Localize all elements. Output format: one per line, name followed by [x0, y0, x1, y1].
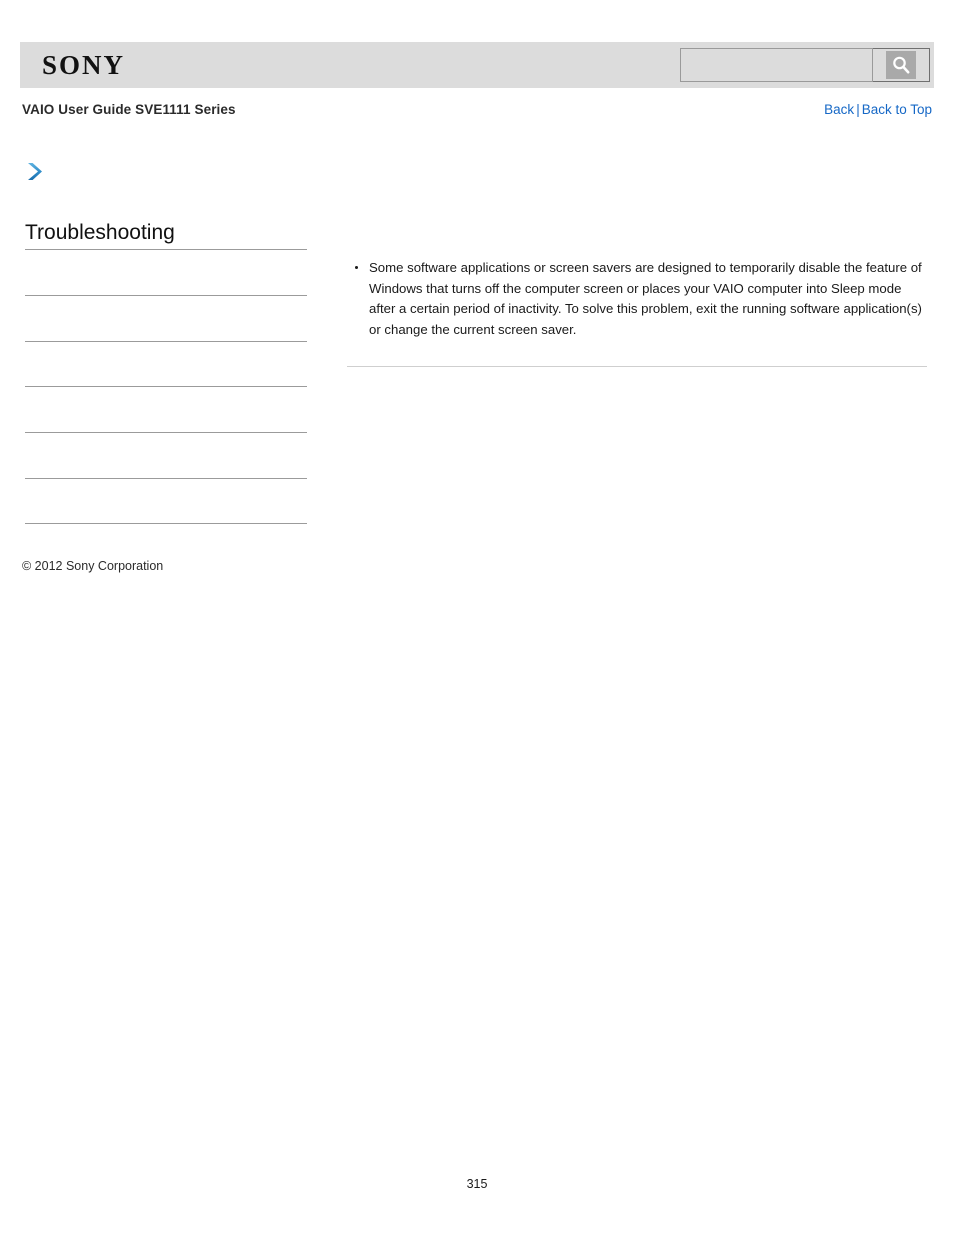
search-input[interactable] [680, 48, 873, 82]
sidebar-item-4[interactable] [25, 387, 307, 433]
copyright-text: © 2012 Sony Corporation [22, 559, 164, 573]
header-band: SONY [20, 42, 934, 88]
content-divider [347, 366, 927, 367]
guide-title: VAIO User Guide SVE1111 Series [22, 102, 236, 117]
search-box [680, 48, 930, 82]
link-separator: | [856, 102, 860, 117]
sidebar-item-6[interactable] [25, 479, 307, 524]
page-number: 315 [466, 1177, 488, 1191]
sidebar-item-3[interactable] [25, 342, 307, 387]
bullet-list: Some software applications or screen sav… [347, 258, 927, 340]
list-item: Some software applications or screen sav… [347, 258, 927, 340]
main-content: Some software applications or screen sav… [347, 258, 927, 367]
search-icon [886, 51, 916, 79]
header-nav-links: Back | Back to Top [824, 102, 932, 117]
sidebar-item-1[interactable] [25, 250, 307, 296]
page-title: Troubleshooting [25, 220, 307, 250]
sidebar: Troubleshooting [25, 220, 307, 524]
sidebar-item-2[interactable] [25, 296, 307, 342]
back-to-top-link[interactable]: Back to Top [862, 102, 932, 117]
sidebar-item-5[interactable] [25, 433, 307, 479]
sony-logo: SONY [42, 50, 126, 80]
chevron-right-icon [24, 160, 46, 184]
back-link[interactable]: Back [824, 102, 854, 117]
search-button[interactable] [873, 48, 930, 82]
